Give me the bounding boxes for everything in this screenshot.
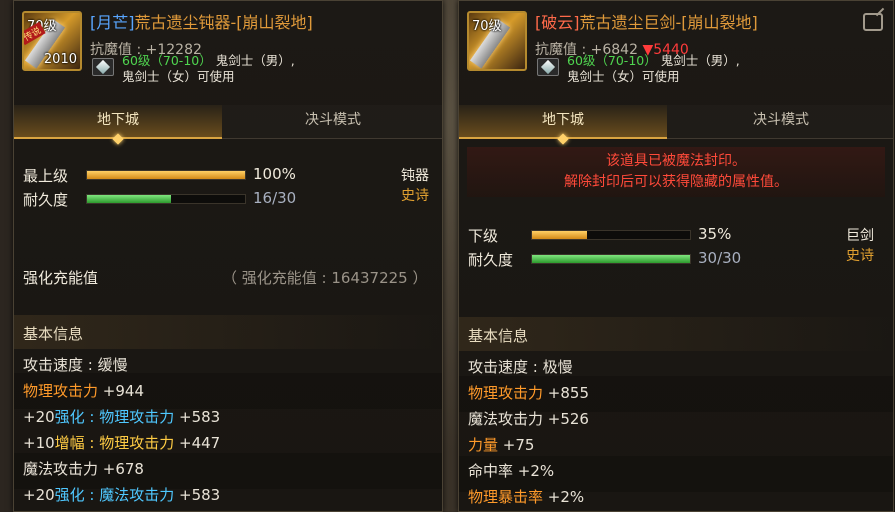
grade-bar (86, 170, 246, 180)
class-gem-icon (537, 58, 559, 76)
requirement-level: 60级（70-10） (122, 53, 212, 68)
rarity-label: 史诗 (846, 248, 874, 264)
grade-value: 100% (253, 165, 296, 183)
durability-bar (86, 194, 246, 204)
physical-attack-value: +944 (98, 382, 144, 400)
durability-value: 30/30 (698, 249, 742, 267)
mode-tabs: 地下城 决斗模式 (14, 105, 442, 145)
physical-crit: 物理暴击率 +2% (468, 486, 584, 507)
item-tooltip-right: 70级 [破云]荒古遗尘巨剑-[崩山裂地] 抗魔值 : +6842 ▼5440 … (458, 0, 894, 512)
item-tooltip-left: 70级 传说 2010 [月芒]荒古遗尘钝器-[崩山裂地] 抗魔值 : +122… (13, 0, 443, 512)
amplify-physical-label: 增幅 : 物理攻击力 (54, 434, 175, 452)
durability-value: 16/30 (253, 189, 297, 207)
physical-attack: 物理攻击力 +855 (468, 382, 589, 403)
rarity-label: 史诗 (401, 188, 429, 204)
grade-label: 最上级 (23, 167, 69, 185)
grade-bar (531, 230, 691, 240)
requirement-text: 60级（70-10） 鬼剑士（男）, 鬼剑士（女）可使用 (567, 53, 740, 85)
active-tab-marker-icon (557, 133, 569, 145)
reinforce-level: +20 (23, 408, 55, 426)
reinforce-magic-level: +20 (23, 486, 55, 504)
grade-bar-fill (87, 171, 245, 179)
requirement-class-2: 鬼剑士（女）可使用 (567, 69, 680, 84)
tab-duel[interactable]: 决斗模式 (667, 105, 893, 139)
durability-bar-fill (532, 255, 690, 263)
basic-info-title: 基本信息 (468, 327, 529, 345)
reinforce-physical-label: 强化 : 物理攻击力 (54, 408, 175, 426)
weapon-type: 巨剑 (846, 228, 874, 244)
tab-dungeon-label: 地下城 (542, 112, 584, 128)
tab-duel[interactable]: 决斗模式 (222, 105, 442, 139)
seal-notice: 该道具已被魔法封印。 解除封印后可以获得隐藏的属性值。 (467, 147, 885, 197)
icon-count: 2010 (43, 52, 77, 67)
grade-label: 下级 (468, 227, 499, 245)
requirement-class-1: 鬼剑士（男）, (211, 53, 295, 68)
requirement-text: 60级（70-10） 鬼剑士（男）, 鬼剑士（女）可使用 (122, 53, 295, 85)
attack-speed: 攻击速度 : 缓慢 (23, 356, 128, 374)
requirement-class-2: 鬼剑士（女）可使用 (122, 69, 235, 84)
class-gem-icon (92, 58, 114, 76)
requirement-level: 60级（70-10） (567, 53, 657, 68)
basic-info-title: 基本信息 (23, 325, 84, 343)
active-tab-marker-icon (112, 133, 124, 145)
physical-attack-label: 物理攻击力 (23, 382, 99, 400)
item-title-main: 荒古遗尘巨剑-[崩山裂地] (579, 13, 758, 32)
requirement-class-1: 鬼剑士（男）, (656, 53, 740, 68)
physical-attack: 物理攻击力 +944 (23, 380, 144, 401)
item-title-prefix: [破云] (535, 13, 580, 32)
reinforce-magic-value: +583 (174, 486, 221, 504)
physical-attack-label: 物理攻击力 (468, 384, 544, 402)
charge-value: （ 强化充能值 : 16437225 ） (222, 269, 428, 287)
item-header: 70级 传说 2010 [月芒]荒古遗尘钝器-[崩山裂地] 抗魔值 : +122… (14, 1, 442, 84)
item-icon-greatsword[interactable]: 70级 (467, 11, 527, 71)
reinforce-physical-value: +583 (174, 408, 221, 426)
share-icon[interactable] (863, 13, 883, 31)
amplify-physical-value: +447 (174, 434, 221, 452)
strength: 力量 +75 (468, 434, 534, 455)
physical-crit-label: 物理暴击率 (468, 488, 544, 506)
tab-duel-label: 决斗模式 (753, 112, 809, 128)
item-title-main: 荒古遗尘钝器-[崩山裂地] (134, 13, 313, 32)
grade-bar-fill (532, 231, 588, 239)
item-title-prefix: [月芒] (90, 13, 135, 32)
weapon-type: 钝器 (401, 168, 429, 184)
seal-notice-line2: 解除封印后可以获得隐藏的属性值。 (564, 174, 788, 190)
item-icon-blunt-weapon[interactable]: 70级 传说 2010 (22, 11, 82, 71)
item-title: [月芒]荒古遗尘钝器-[崩山裂地] (90, 9, 313, 33)
reinforce-physical: +20强化 : 物理攻击力 +583 (23, 406, 220, 427)
physical-attack-value: +855 (543, 384, 589, 402)
durability-bar (531, 254, 691, 264)
durability-label: 耐久度 (23, 191, 69, 209)
item-header: 70级 [破云]荒古遗尘巨剑-[崩山裂地] 抗魔值 : +6842 ▼5440 … (459, 1, 893, 84)
physical-crit-value: +2% (543, 488, 585, 506)
grade-value: 35% (698, 225, 732, 243)
reinforce-magic-label: 强化 : 魔法攻击力 (54, 486, 175, 504)
charge-label: 强化充能值 (23, 269, 99, 287)
tab-dungeon[interactable]: 地下城 (459, 105, 667, 145)
strength-label: 力量 (468, 436, 499, 454)
item-title: [破云]荒古遗尘巨剑-[崩山裂地] (535, 9, 758, 33)
tab-duel-label: 决斗模式 (305, 112, 361, 128)
hit-rate: 命中率 +2% (468, 462, 555, 480)
attack-speed: 攻击速度 : 极慢 (468, 358, 573, 376)
magic-attack: 魔法攻击力 +678 (23, 460, 144, 478)
tab-dungeon-label: 地下城 (97, 112, 139, 128)
amplify-level: +10 (23, 434, 55, 452)
seal-notice-line1: 该道具已被魔法封印。 (606, 153, 746, 169)
durability-label: 耐久度 (468, 251, 514, 269)
reinforce-magic: +20强化 : 魔法攻击力 +583 (23, 484, 220, 505)
icon-level-label: 70级 (472, 19, 502, 34)
durability-bar-fill (87, 195, 172, 203)
magic-attack: 魔法攻击力 +526 (468, 410, 589, 428)
mode-tabs: 地下城 决斗模式 (459, 105, 893, 145)
tab-dungeon[interactable]: 地下城 (14, 105, 222, 145)
strength-value: +75 (498, 436, 535, 454)
amplify-physical: +10增幅 : 物理攻击力 +447 (23, 432, 220, 453)
